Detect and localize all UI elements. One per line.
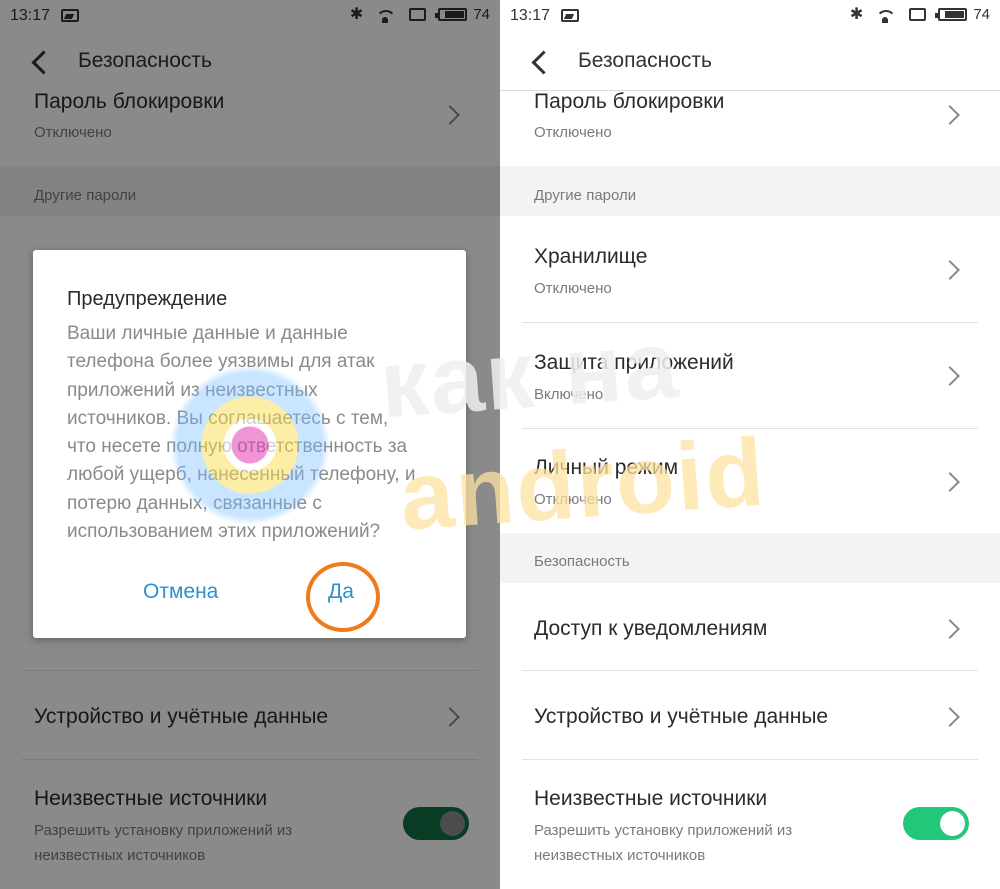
chevron-right-icon [940,105,960,125]
storage-item[interactable]: Хранилище Отключено [500,216,1000,322]
dialog-line: приложений из неизвестных [67,379,318,401]
app-header: Безопасность [500,32,1000,90]
chevron-right-icon [940,472,960,492]
wifi-icon [875,7,897,23]
dialog-line: источников. Вы соглашаетесь с тем, [67,407,389,429]
status-icons: ✱ 74 [850,6,990,23]
dialog-line: использованием этих приложений? [67,521,381,543]
phone-screen-with-dialog: 13:17 ✱ 74 Безопасность Пароль блокировк… [0,0,500,889]
notification-access-item[interactable]: Доступ к уведомлениям [500,583,1000,671]
page-title: Безопасность [578,49,712,72]
item-title: Устройство и учётные данные [534,705,829,728]
item-title: Неизвестные источники [534,787,768,810]
status-time: 13:17 [510,7,551,24]
chevron-right-icon [940,707,960,727]
highlight-circle [306,562,380,632]
screen-icon [909,8,927,21]
warning-dialog: Предупреждение Ваши личные данные и данн… [33,250,466,638]
item-title: Пароль блокировки [534,90,725,113]
dialog-message: Ваши личные данные и данные телефона бол… [67,320,437,546]
status-bar: 13:17 ✱ 74 [500,0,1000,32]
item-description: неизвестных источников [534,847,706,864]
chevron-right-icon [940,619,960,639]
battery-icon [935,8,968,21]
item-status: Отключено [534,124,612,141]
lock-password-item[interactable]: Пароль блокировки Отключено [500,90,1000,166]
dialog-line: что несете полную ответственность за [67,436,408,458]
battery-level: 74 [973,6,990,23]
back-arrow-icon[interactable] [528,48,550,76]
section-label: Другие пароли [534,187,637,204]
chevron-right-icon [940,366,960,386]
dialog-line: телефона более уязвимы для атак [67,351,375,373]
image-notification-icon [561,9,579,22]
item-title: Хранилище [534,245,648,268]
section-header: Другие пароли [500,166,1000,216]
item-status: Отключено [534,280,612,297]
screenshot-composite: 13:17 ✱ 74 Безопасность Пароль блокировк… [0,0,1000,889]
section-label: Безопасность [534,553,630,570]
section-header: Безопасность [500,533,1000,583]
item-status: Включено [534,386,604,403]
cancel-button[interactable]: Отмена [143,580,218,604]
item-title: Защита приложений [534,351,734,374]
dialog-line: любой ущерб, нанесенный телефону, и [67,464,416,486]
private-mode-item[interactable]: Личный режим Отключено [500,429,1000,533]
item-title: Доступ к уведомлениям [534,617,768,640]
phone-screen-settings: 13:17 ✱ 74 Безопасность Пароль блокировк… [500,0,1000,889]
item-status: Отключено [534,491,612,508]
item-description: Разрешить установку приложений из [534,822,793,839]
dialog-line: потерю данных, связанные с [67,492,322,514]
dialog-title: Предупреждение [67,288,228,310]
dialog-line: Ваши личные данные и данные [67,323,348,344]
item-title: Личный режим [534,456,679,479]
bluetooth-icon: ✱ [849,5,864,23]
app-protection-item[interactable]: Защита приложений Включено [500,323,1000,428]
unknown-sources-toggle[interactable] [903,807,969,840]
chevron-right-icon [940,260,960,280]
device-accounts-item[interactable]: Устройство и учётные данные [500,671,1000,759]
